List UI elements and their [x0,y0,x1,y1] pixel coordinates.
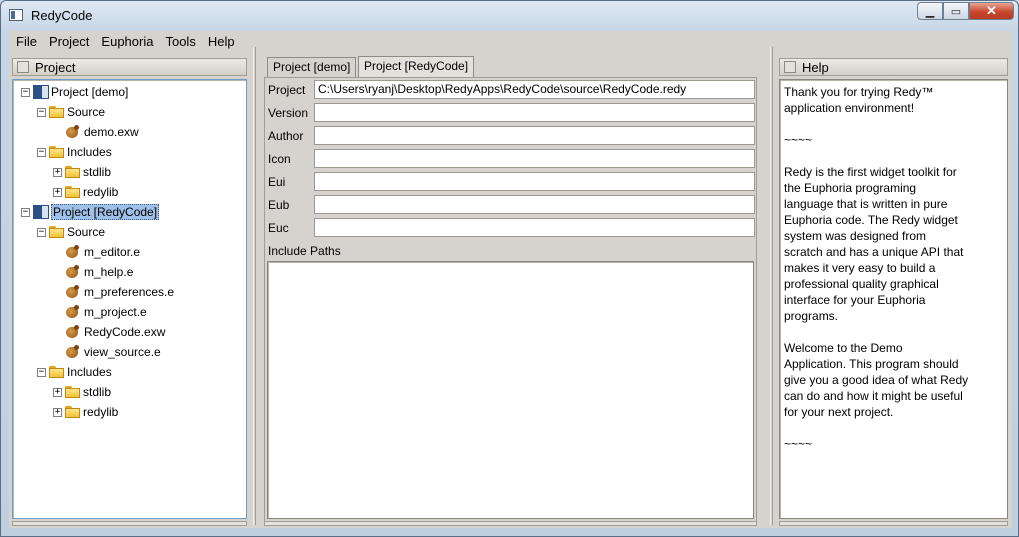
euphoria-file-icon [65,245,81,259]
help-pane-header: Help [779,58,1008,76]
tree-node-label: Source [67,105,106,119]
folder-icon [65,386,81,398]
field-label: Eui [268,175,286,189]
tree-node-label: Project [RedyCode] [51,204,160,220]
collapse-icon[interactable]: − [37,148,46,157]
tree-node-label: RedyCode.exw [84,325,166,339]
tree-node-label: m_project.e [84,305,147,319]
tree-node-label: redylib [83,185,119,199]
window-title: RedyCode [31,8,93,23]
tree-node-label: Source [67,225,106,239]
field-input[interactable] [314,126,755,145]
folder-icon [49,146,65,158]
close-icon: ✕ [986,3,997,18]
help-text-panel[interactable]: Thank you for trying Redy™ application e… [779,79,1008,519]
project-pane-toggle[interactable] [17,61,29,73]
left-splitter[interactable] [253,47,256,525]
field-input[interactable]: C:\Users\ryanj\Desktop\RedyApps\RedyCode… [314,80,755,99]
include-paths-list[interactable] [267,261,754,519]
field-input[interactable] [314,149,755,168]
project-icon [33,84,49,100]
folder-icon [49,366,65,378]
tree-node-label: Project [demo] [51,85,129,99]
menu-help[interactable]: Help [203,32,240,52]
menu-project[interactable]: Project [44,32,94,52]
application-window: RedyCode ▁ ▭ ✕ File Project Euphoria Too… [0,0,1019,537]
euphoria-file-icon [65,305,81,319]
title-bar[interactable]: RedyCode ▁ ▭ ✕ [1,1,1018,31]
folder-icon [49,106,65,118]
minimize-icon: ▁ [925,5,935,18]
tree-node-label: Includes [67,365,112,379]
field-input[interactable] [314,218,755,237]
collapse-icon[interactable]: − [21,208,30,217]
center-pane-footer [264,521,757,526]
tree-node-label: redylib [83,405,119,419]
folder-icon [65,166,81,178]
folder-icon [49,226,65,238]
help-pane-toggle[interactable] [784,61,796,73]
field-input[interactable] [314,195,755,214]
include-paths-label: Include Paths [268,244,341,258]
tree-node-label: m_preferences.e [84,285,175,299]
maximize-icon: ▭ [950,5,962,18]
field-label: Icon [268,152,291,166]
minimize-button[interactable]: ▁ [917,2,943,20]
project-pane-header: Project [12,58,247,76]
project-icon [33,204,49,220]
project-pane-title: Project [35,60,76,75]
field-input[interactable] [314,172,755,191]
euphoria-file-icon [65,325,81,339]
collapse-icon[interactable]: − [37,368,46,377]
menu-euphoria[interactable]: Euphoria [96,32,158,52]
tree-node-label: stdlib [83,385,112,399]
field-label: Eub [268,198,290,212]
field-label: Project [268,83,306,97]
euphoria-file-icon [65,265,81,279]
help-pane-title: Help [802,60,829,75]
field-label: Author [268,129,304,143]
tree-node-label: m_help.e [84,265,134,279]
menu-file[interactable]: File [11,32,42,52]
tab-project[interactable]: Project [demo] [267,57,357,77]
tab-project[interactable]: Project [RedyCode] [358,56,475,77]
expand-icon[interactable]: + [53,168,62,177]
project-properties-panel: Project C:\Users\ryanj\Desktop\RedyApps\R… [264,77,757,522]
close-button[interactable]: ✕ [969,2,1014,20]
expand-icon[interactable]: + [53,188,62,197]
help-pane-footer [779,521,1008,526]
collapse-icon[interactable]: − [37,108,46,117]
app-icon [9,9,23,21]
menu-bar: File Project Euphoria Tools Help [9,31,1012,53]
folder-icon [65,406,81,418]
expand-icon[interactable]: + [53,388,62,397]
tree-node-label: view_source.e [84,345,161,359]
project-tree-panel[interactable]: − Project [demo] − Source demo.exw − Includes +… [12,79,247,519]
collapse-icon[interactable]: − [21,88,30,97]
tree-node-label: demo.exw [84,125,139,139]
menu-tools[interactable]: Tools [160,32,200,52]
collapse-icon[interactable]: − [37,228,46,237]
maximize-button[interactable]: ▭ [943,2,969,20]
field-label: Euc [268,221,289,235]
expand-icon[interactable]: + [53,408,62,417]
field-input[interactable] [314,103,755,122]
tree-node-label: Includes [67,145,112,159]
field-label: Version [268,106,309,120]
project-pane-footer [12,521,247,526]
help-text: Thank you for trying Redy™ application e… [784,85,969,451]
right-splitter[interactable] [770,47,773,525]
client-area: File Project Euphoria Tools Help Project… [9,31,1012,528]
window-controls: ▁ ▭ ✕ [917,2,1014,22]
tree-node-label: m_editor.e [84,245,141,259]
euphoria-file-icon [65,345,81,359]
euphoria-file-icon [65,285,81,299]
tree-node-label: stdlib [83,165,112,179]
folder-icon [65,186,81,198]
euphoria-file-icon [65,125,81,139]
